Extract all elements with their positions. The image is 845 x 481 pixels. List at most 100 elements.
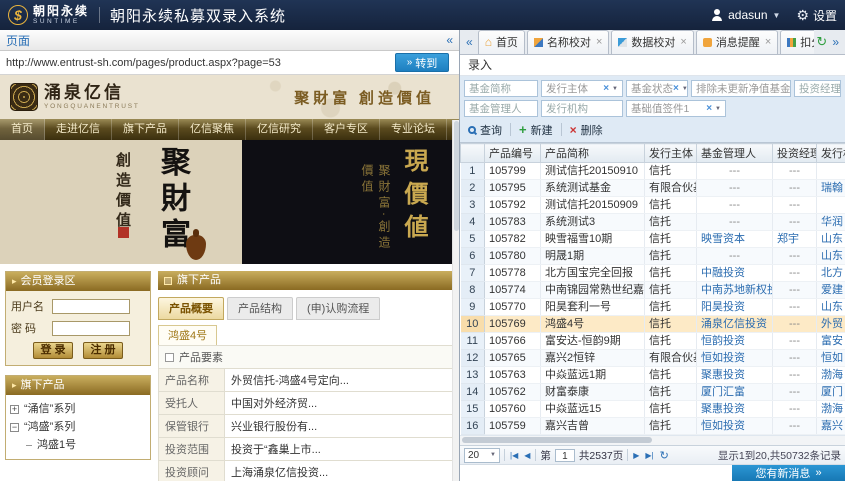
tree-item[interactable]: +“涌信”系列 — [10, 400, 146, 418]
table-row[interactable]: 3105792测试信托20150909信托------ — [461, 197, 845, 214]
dropdown-caret-icon[interactable]: ▼ — [612, 86, 618, 92]
new-button[interactable]: + 新建 — [517, 122, 555, 138]
product-tab[interactable]: 产品概要 — [158, 297, 224, 320]
table-row[interactable]: 12105765嘉兴2恒锌有限合伙基金恒如投资---恒如 — [461, 350, 845, 367]
close-tab-icon[interactable]: × — [680, 37, 686, 48]
tab-scroll-right-icon[interactable]: » — [832, 35, 839, 49]
column-header[interactable]: 产品编号 — [485, 144, 541, 163]
next-page-button[interactable]: ▶ — [632, 451, 640, 460]
site-nav-item[interactable]: 亿信研究 — [246, 119, 313, 140]
site-nav-item[interactable]: 专业论坛 — [380, 119, 447, 140]
clear-filter-icon[interactable]: × — [673, 83, 679, 94]
column-header[interactable]: 发行主体 — [645, 144, 697, 163]
refresh-icon[interactable]: ↻ — [816, 34, 827, 50]
user-menu[interactable]: adasun ▼ — [711, 8, 780, 22]
tab-scroll-left-icon[interactable]: « — [466, 35, 473, 49]
table-row[interactable]: 11105766富安达-恒韵9期信托恒韵投资---富安 — [461, 333, 845, 350]
tab-message-reminder[interactable]: 消息提醒× — [696, 30, 778, 54]
table-row[interactable]: 15105760中焱蓝远15信托聚惠投资---渤海 — [461, 401, 845, 418]
expand-node-icon[interactable]: + — [10, 405, 19, 414]
table-row[interactable]: 1105799测试信托20150910信托------ — [461, 163, 845, 180]
delete-button[interactable]: × 删除 — [568, 122, 605, 138]
issuing-org-filter[interactable]: 发行机构 — [541, 100, 623, 117]
page-size-select[interactable]: 20 ▼ — [464, 448, 500, 463]
scrollbar-thumb[interactable] — [462, 437, 652, 443]
subtab-hongsheng4[interactable]: 鸿盛4号 — [158, 325, 217, 345]
tab-data-check[interactable]: 数据校对× — [611, 30, 693, 54]
tab-home[interactable]: ⌂首页 — [478, 30, 525, 54]
row-number: 7 — [461, 265, 485, 282]
table-row[interactable]: 9105770阳昊套利一号信托阳昊投资---山东 — [461, 299, 845, 316]
column-header[interactable]: 产品简称 — [541, 144, 645, 163]
investment-manager-filter[interactable]: 投资经理 — [794, 80, 841, 97]
password-input[interactable] — [52, 321, 130, 336]
horizontal-scrollbar[interactable] — [460, 435, 845, 445]
table-row[interactable]: 7105778北方国宝完全回报信托中融投资---北方 — [461, 265, 845, 282]
status-bar: 您有新消息 » — [460, 464, 845, 481]
filter-row-1: 基金简称发行主体×▼基金状态×▼排除未更新净值基金▼投资经理 — [464, 80, 841, 97]
register-button[interactable]: 注 册 — [83, 342, 123, 359]
clear-filter-icon[interactable]: × — [706, 103, 712, 114]
exclude-stale-nav-filter[interactable]: 排除未更新净值基金▼ — [691, 80, 791, 97]
site-logo[interactable]: 涌泉亿信 YONGQUANENTRUST — [10, 83, 140, 111]
go-button[interactable]: »转到 — [395, 53, 449, 72]
new-message-button[interactable]: 您有新消息 » — [732, 465, 845, 481]
url-input[interactable]: http://www.entrust-sh.com/pages/product.… — [6, 57, 395, 69]
site-nav-item[interactable]: 客户专区 — [313, 119, 380, 140]
table-row[interactable]: 8105774中南锦园常熟世纪嘉城信托中南苏地新权投资---爱建 — [461, 282, 845, 299]
prev-page-button[interactable]: ◀ — [523, 451, 531, 460]
first-page-button[interactable]: |◀ — [509, 451, 519, 460]
refresh-grid-icon[interactable]: ↻ — [659, 449, 670, 462]
total-pages-label: 共2537页 — [579, 448, 623, 463]
close-tab-icon[interactable]: × — [596, 37, 602, 48]
product-tab[interactable]: 产品结构 — [227, 297, 293, 320]
table-row[interactable]: 10105769鸿盛4号信托涌泉亿信投资---外贸 — [461, 316, 845, 333]
banner-right-main: 現價値 — [396, 148, 431, 247]
page-number-input[interactable]: 1 — [555, 449, 575, 462]
column-header[interactable]: 投资经理 — [773, 144, 817, 163]
tabs-container: ⌂首页名称校对×数据校对×消息提醒×扣分情况统计× — [478, 30, 815, 54]
left-panel-scrollbar[interactable] — [452, 120, 459, 481]
detail-value: 上海涌泉亿信投资... — [225, 461, 454, 481]
site-nav-item[interactable]: 亿信聚焦 — [179, 119, 246, 140]
product-tab[interactable]: (申)认购流程 — [296, 297, 380, 320]
checkbox-icon[interactable] — [165, 353, 174, 362]
tree-item[interactable]: 鸿盛1号 — [10, 436, 146, 454]
site-nav-item[interactable]: 旗下产品 — [112, 119, 179, 140]
row-number: 4 — [461, 214, 485, 231]
site-nav-item[interactable]: 首页 — [0, 119, 45, 140]
tree-item[interactable]: −“鸿盛”系列 — [10, 418, 146, 436]
tab-name-proofread[interactable]: 名称校对× — [527, 30, 609, 54]
table-row[interactable]: 5105782映雪福雪10期信托映雪资本郑宇山东 — [461, 231, 845, 248]
user-icon — [711, 9, 723, 21]
product-tabs: 产品概要产品结构(申)认购流程 — [158, 297, 454, 320]
close-tab-icon[interactable]: × — [765, 37, 771, 48]
issuer-filter[interactable]: 发行主体×▼ — [541, 80, 623, 97]
fund-company-filter[interactable]: 基金管理人 — [464, 100, 538, 117]
column-header[interactable]: 发行机构 — [817, 144, 845, 163]
fund-status-filter[interactable]: 基金状态×▼ — [626, 80, 688, 97]
base-condition-filter[interactable]: 基础值签件1×▼ — [626, 100, 726, 117]
last-page-button[interactable]: ▶| — [644, 451, 654, 460]
collapse-left-panel-icon[interactable]: « — [446, 33, 453, 47]
dropdown-caret-icon[interactable]: ▼ — [715, 106, 721, 112]
table-row[interactable]: 4105783系统测试3信托------华润 — [461, 214, 845, 231]
dropdown-caret-icon[interactable]: ▼ — [682, 86, 688, 92]
detail-label: 受托人 — [159, 392, 225, 415]
column-header[interactable]: 基金管理人 — [697, 144, 773, 163]
login-button[interactable]: 登 录 — [33, 342, 73, 359]
table-row[interactable]: 13105763中焱蓝远1期信托聚惠投资---渤海 — [461, 367, 845, 384]
site-nav-item[interactable]: 走进亿信 — [45, 119, 112, 140]
table-row[interactable]: 14105762财富泰康信托厦门汇富---厦门 — [461, 384, 845, 401]
table-row[interactable]: 16105759嘉兴吉曾信托恒如投资---嘉兴 — [461, 418, 845, 435]
fund-short-name-filter[interactable]: 基金简称 — [464, 80, 538, 97]
settings-button[interactable]: ⚙ 设置 — [796, 7, 837, 24]
query-button[interactable]: 查询 — [466, 122, 504, 138]
table-row[interactable]: 6105780明晟1期信托------山东 — [461, 248, 845, 265]
clear-filter-icon[interactable]: × — [603, 83, 609, 94]
table-row[interactable]: 2105795系统测试基金有限合伙基金------瑞翰 — [461, 180, 845, 197]
collapse-node-icon[interactable]: − — [10, 423, 19, 432]
tab-deduction-stats[interactable]: 扣分情况统计× — [780, 30, 814, 54]
scrollbar-thumb[interactable] — [454, 121, 459, 231]
username-input[interactable] — [52, 299, 130, 314]
